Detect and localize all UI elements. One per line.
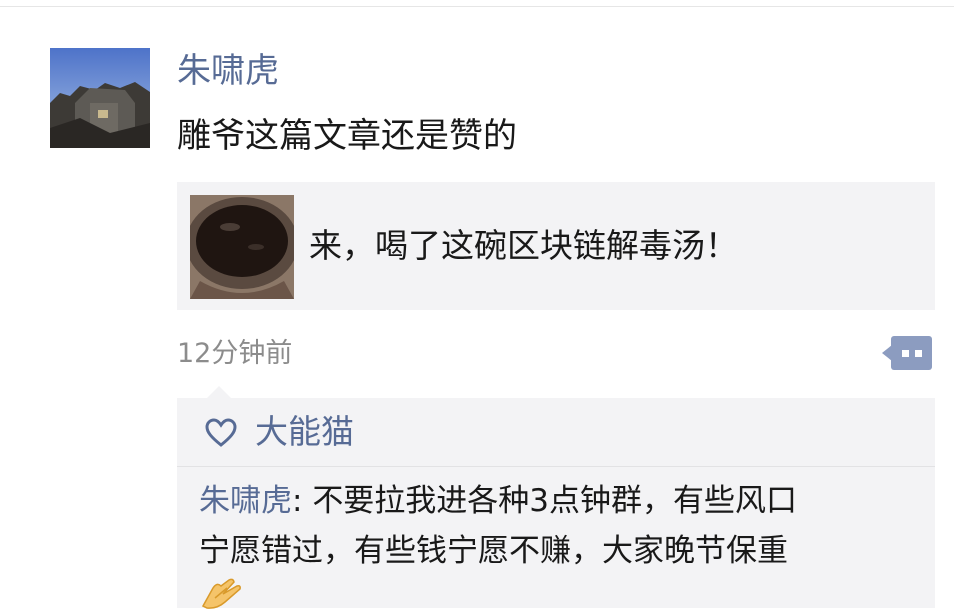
comment-text-line2: 宁愿错过，有些钱宁愿不赚，大家晚节保重 — [199, 533, 788, 569]
comment-author[interactable]: 朱啸虎 — [199, 483, 292, 519]
liker-name[interactable]: 大能猫 — [255, 410, 354, 454]
shared-link-title: 来，喝了这碗区块链解毒汤！ — [309, 226, 738, 265]
top-divider — [0, 6, 954, 7]
likes-comments-divider — [177, 466, 935, 467]
soup-bowl-thumbnail — [190, 195, 294, 299]
post-timestamp: 12分钟前 — [177, 338, 293, 369]
comment-more-button[interactable] — [880, 334, 932, 372]
likes-row: 大能猫 — [177, 398, 935, 466]
shared-link-card[interactable]: 来，喝了这碗区块链解毒汤！ — [177, 182, 935, 310]
post-author-name[interactable]: 朱啸虎 — [177, 48, 279, 94]
comment-separator: : — [292, 483, 313, 519]
avatar[interactable] — [50, 48, 150, 148]
interaction-panel: 大能猫 朱啸虎: 不要拉我进各种3点钟群，有些风口 宁愿错过，有些钱宁愿不赚，大… — [177, 386, 935, 610]
clap-hands-emoji-icon — [199, 576, 243, 610]
heart-icon — [205, 418, 237, 448]
comment-text-line1: 不要拉我进各种3点钟群，有些风口 — [312, 483, 798, 519]
comment-more-icon — [882, 336, 932, 370]
comment-item[interactable]: 朱啸虎: 不要拉我进各种3点钟群，有些风口 宁愿错过，有些钱宁愿不赚，大家晚节保… — [199, 476, 919, 576]
post-text: 雕爷这篇文章还是赞的 — [177, 116, 517, 156]
